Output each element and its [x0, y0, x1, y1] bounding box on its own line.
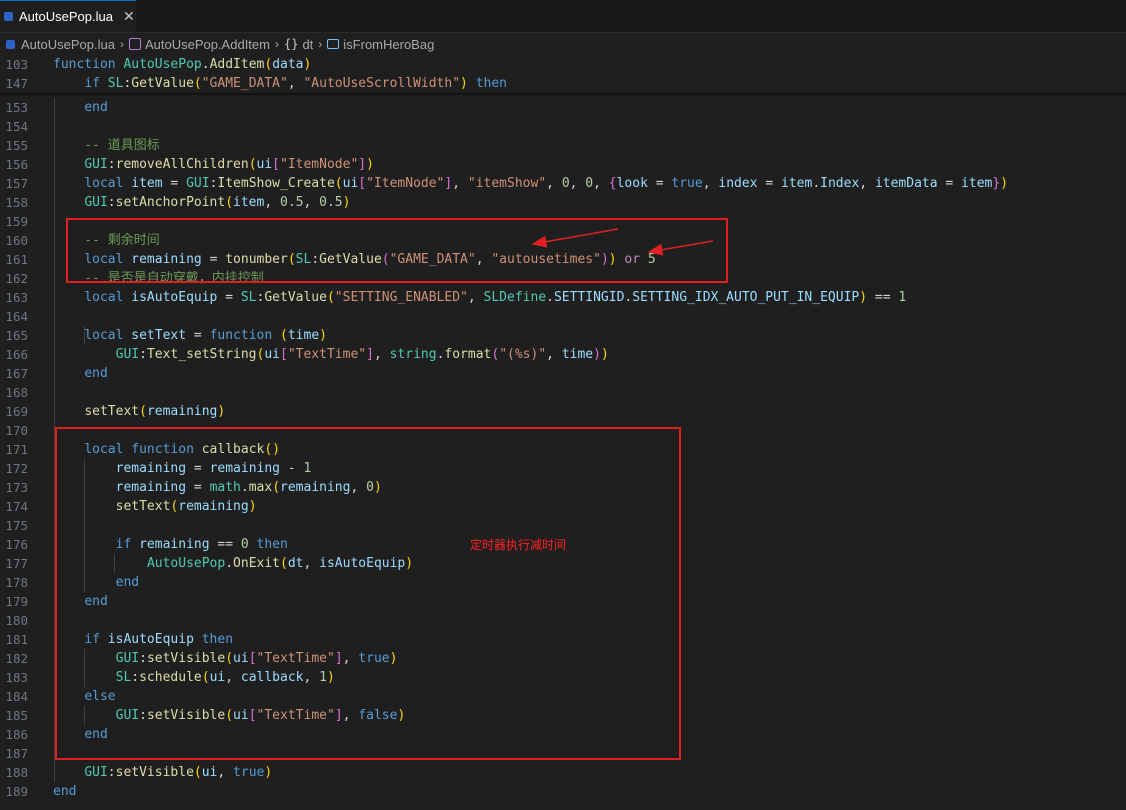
arrow-to-default-5: [647, 240, 714, 256]
sticky-scroll-line[interactable]: 147 if SL:GetValue("GAME_DATA", "AutoUse…: [0, 74, 1126, 93]
arrow-to-autousetimes: [531, 228, 619, 248]
annotation-timer-note: 定时器执行减时间: [470, 538, 567, 552]
line-number: 103: [5, 57, 28, 72]
sticky-scroll-shadow: [0, 93, 1126, 96]
code-text: if SL:GetValue("GAME_DATA", "AutoUseScro…: [84, 76, 507, 91]
line-number: 147: [5, 76, 28, 91]
annotation-arrows: [531, 228, 714, 256]
code-text: function AutoUsePop.AddItem(data): [53, 57, 312, 72]
sticky-scroll-line[interactable]: 103 function AutoUsePop.AddItem(data): [0, 55, 1126, 74]
